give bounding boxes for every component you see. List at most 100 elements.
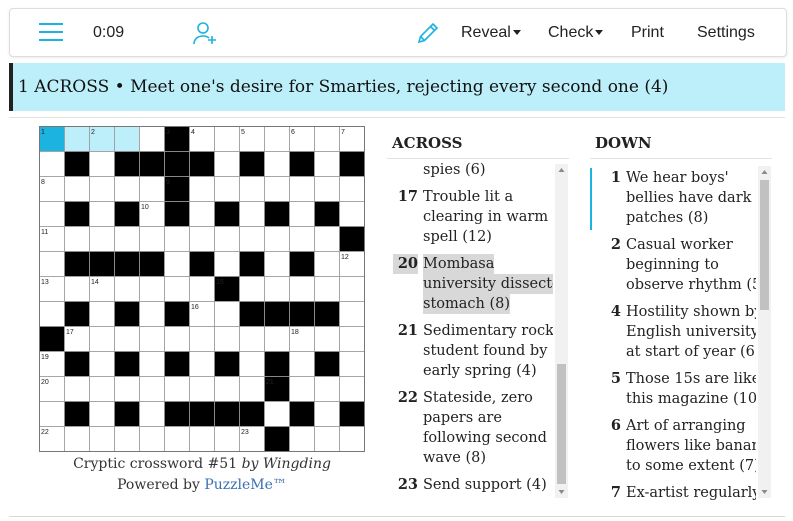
grid-cell[interactable] (139, 301, 165, 327)
grid-cell[interactable] (89, 301, 115, 327)
grid-cell[interactable] (214, 426, 240, 452)
down-clue[interactable]: 6 Art of arranging flowers like banana, to … (596, 416, 756, 476)
grid-cell[interactable] (339, 301, 365, 327)
grid-cell[interactable] (239, 201, 265, 227)
puzzleme-link[interactable]: PuzzleMe™ (204, 477, 287, 493)
across-clue[interactable]: 22 Stateside, zero papers are following sec… (393, 388, 551, 468)
across-scrollbar[interactable] (555, 164, 568, 498)
grid-cell[interactable] (289, 426, 315, 452)
grid-cell[interactable] (239, 276, 265, 302)
down-clue[interactable]: 2 Casual worker beginning to observe rhythm… (596, 235, 756, 295)
grid-cell[interactable] (314, 326, 340, 352)
grid-cell[interactable] (139, 276, 165, 302)
scrollbar-thumb[interactable] (557, 364, 566, 484)
grid-cell[interactable] (314, 176, 340, 202)
grid-cell[interactable] (114, 376, 140, 402)
grid-cell[interactable] (114, 126, 140, 152)
down-clue[interactable]: 4 Hostility shown by English university at … (596, 302, 756, 362)
grid-cell[interactable] (39, 301, 65, 327)
grid-cell[interactable] (264, 126, 290, 152)
across-clue[interactable]: 20Mombasauniversity dissectedstomach (8) (393, 254, 553, 314)
grid-cell[interactable] (314, 251, 340, 277)
grid-cell[interactable] (164, 251, 190, 277)
grid-cell[interactable] (289, 201, 315, 227)
grid-cell[interactable] (139, 351, 165, 377)
grid-cell[interactable] (114, 276, 140, 302)
grid-cell[interactable] (289, 276, 315, 302)
grid-cell[interactable] (339, 426, 365, 452)
grid-cell[interactable] (339, 201, 365, 227)
grid-cell[interactable] (64, 276, 90, 302)
grid-cell[interactable] (164, 226, 190, 252)
grid-cell[interactable] (314, 376, 340, 402)
grid-cell[interactable] (139, 426, 165, 452)
grid-cell[interactable] (39, 251, 65, 277)
grid-cell[interactable] (239, 226, 265, 252)
grid-cell[interactable] (89, 226, 115, 252)
grid-cell[interactable] (339, 176, 365, 202)
grid-cell[interactable] (164, 276, 190, 302)
grid-cell[interactable] (164, 376, 190, 402)
add-user-icon[interactable] (192, 20, 218, 46)
grid-cell[interactable] (314, 126, 340, 152)
grid-cell[interactable] (214, 226, 240, 252)
grid-cell[interactable] (114, 176, 140, 202)
grid-cell[interactable] (214, 326, 240, 352)
grid-cell[interactable] (314, 426, 340, 452)
grid-cell[interactable] (264, 326, 290, 352)
down-clue-list[interactable]: 1 We hear boys' bellies have dark patches (… (596, 168, 756, 500)
grid-cell[interactable] (264, 251, 290, 277)
grid-cell[interactable] (214, 126, 240, 152)
down-scrollbar[interactable] (758, 166, 771, 498)
scroll-up-icon[interactable] (758, 166, 771, 178)
grid-cell[interactable] (239, 351, 265, 377)
grid-cell[interactable] (314, 226, 340, 252)
grid-cell[interactable] (239, 326, 265, 352)
grid-cell[interactable] (89, 426, 115, 452)
print-button[interactable]: Print (631, 9, 664, 56)
grid-cell[interactable] (39, 201, 65, 227)
grid-cell[interactable] (239, 176, 265, 202)
grid-cell[interactable] (89, 351, 115, 377)
grid-cell[interactable] (339, 376, 365, 402)
grid-cell[interactable] (164, 426, 190, 452)
grid-cell[interactable] (139, 376, 165, 402)
grid-cell[interactable] (139, 326, 165, 352)
grid-cell[interactable] (264, 176, 290, 202)
grid-cell[interactable] (239, 376, 265, 402)
grid-cell[interactable] (289, 176, 315, 202)
pencil-icon[interactable] (416, 21, 440, 45)
hamburger-menu-icon[interactable] (39, 22, 63, 42)
grid-cell[interactable] (289, 226, 315, 252)
grid-cell[interactable] (39, 151, 65, 177)
grid-cell[interactable] (189, 176, 215, 202)
grid-cell[interactable] (189, 351, 215, 377)
grid-cell[interactable] (139, 401, 165, 427)
grid-cell[interactable] (289, 376, 315, 402)
grid-cell[interactable] (89, 176, 115, 202)
grid-cell[interactable] (89, 151, 115, 177)
grid-cell[interactable] (189, 276, 215, 302)
grid-cell[interactable] (214, 176, 240, 202)
grid-cell[interactable] (264, 401, 290, 427)
grid-cell[interactable] (139, 226, 165, 252)
grid-cell[interactable] (339, 326, 365, 352)
grid-cell[interactable] (289, 351, 315, 377)
across-clue[interactable]: 21 Sedimentary rock student found by early … (393, 321, 553, 381)
grid-cell[interactable] (264, 276, 290, 302)
grid-cell[interactable] (164, 326, 190, 352)
grid-cell[interactable] (64, 376, 90, 402)
grid-cell[interactable] (114, 326, 140, 352)
grid-cell[interactable] (89, 201, 115, 227)
scroll-down-icon[interactable] (555, 486, 568, 498)
grid-cell[interactable] (114, 426, 140, 452)
grid-cell[interactable] (189, 226, 215, 252)
grid-cell[interactable] (214, 251, 240, 277)
grid-cell[interactable] (189, 326, 215, 352)
grid-cell[interactable] (214, 301, 240, 327)
reveal-menu-button[interactable]: Reveal (461, 9, 521, 56)
grid-cell[interactable] (89, 326, 115, 352)
grid-cell[interactable] (339, 351, 365, 377)
grid-cell[interactable] (264, 226, 290, 252)
grid-cell[interactable] (189, 201, 215, 227)
